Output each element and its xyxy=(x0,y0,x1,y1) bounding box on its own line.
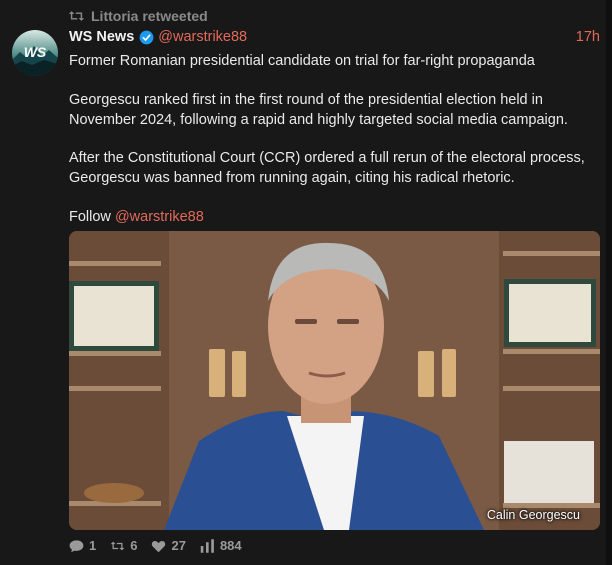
reply-button[interactable]: 1 xyxy=(69,538,96,553)
heart-icon xyxy=(152,540,166,552)
window-edge xyxy=(606,0,612,565)
retweeted-by-label: Littoria retweeted xyxy=(91,8,208,24)
retweet-indicator[interactable]: Littoria retweeted xyxy=(68,8,208,24)
tweet-paragraph: Georgescu ranked first in the first roun… xyxy=(69,92,568,128)
author-name[interactable]: WS News xyxy=(69,29,134,45)
retweet-icon xyxy=(68,11,85,21)
reply-count: 1 xyxy=(89,538,97,553)
video-frame xyxy=(69,231,600,530)
avatar[interactable]: WS xyxy=(12,30,58,76)
follow-prefix: Follow xyxy=(69,209,115,225)
retweet-button[interactable]: 6 xyxy=(110,538,137,553)
tweet-headline: Former Romanian presidential candidate o… xyxy=(69,53,535,69)
tweet-timestamp[interactable]: 17h xyxy=(576,29,600,45)
follow-line: Follow @warstrike88 xyxy=(69,208,597,228)
tweet-paragraph: After the Constitutional Court (CCR) ord… xyxy=(69,150,585,186)
verified-badge-icon xyxy=(139,30,154,44)
ws-logo: WS xyxy=(12,30,58,76)
like-button[interactable]: 27 xyxy=(151,538,186,553)
reply-icon xyxy=(69,539,84,552)
tweet-video[interactable]: Calin Georgescu xyxy=(69,231,600,530)
author-handle[interactable]: @warstrike88 xyxy=(158,29,247,45)
retweet-count: 6 xyxy=(130,538,138,553)
tweet-actions: 1 6 27 884 xyxy=(69,538,256,553)
view-count: 884 xyxy=(219,538,242,553)
follow-handle-link[interactable]: @warstrike88 xyxy=(115,209,204,225)
tweet-header: WS News @warstrike88 17h xyxy=(69,29,600,45)
views-button[interactable]: 884 xyxy=(200,538,242,553)
bar-chart-icon xyxy=(200,538,214,553)
video-caption: Calin Georgescu xyxy=(486,508,580,522)
retweet-icon xyxy=(110,541,125,550)
like-count: 27 xyxy=(171,538,186,553)
avatar-initials: WS xyxy=(24,44,47,60)
